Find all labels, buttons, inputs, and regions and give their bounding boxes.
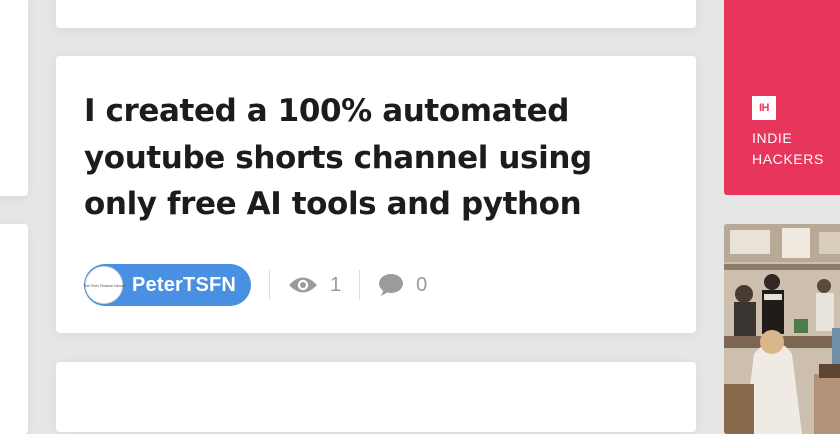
left-column-card: [0, 0, 28, 196]
speech-bubble-icon: [378, 273, 404, 297]
left-column-card: [0, 224, 28, 434]
views-count: 1: [330, 273, 342, 296]
indie-hackers-logo: IH: [752, 96, 776, 120]
avatar-logo-text: The Tech Finance Nexus: [83, 282, 125, 288]
indie-hackers-banner[interactable]: IH INDIE HACKERS: [724, 0, 840, 195]
cafe-photo-banner[interactable]: [724, 224, 840, 434]
author-link[interactable]: The Tech Finance Nexus PeterTSFN: [83, 264, 252, 306]
meta-divider: [359, 270, 361, 300]
indie-hackers-wordmark-line2: HACKERS: [752, 151, 824, 167]
post-title[interactable]: I created a 100% automated youtube short…: [84, 88, 664, 228]
eye-icon: [288, 275, 318, 295]
author-avatar: The Tech Finance Nexus: [83, 266, 125, 304]
post-meta: The Tech Finance Nexus PeterTSFN 1 0: [83, 264, 427, 306]
meta-divider: [269, 270, 271, 300]
comments-stat[interactable]: 0: [378, 273, 427, 297]
post-card[interactable]: I created a 100% automated youtube short…: [56, 56, 696, 333]
comments-count: 0: [416, 273, 428, 296]
previous-post-card[interactable]: [56, 0, 696, 28]
next-post-card[interactable]: [56, 362, 696, 432]
cafe-photo: [724, 224, 840, 434]
author-name: PeterTSFN: [132, 273, 237, 296]
indie-hackers-wordmark-line1: INDIE: [752, 130, 793, 146]
views-stat: 1: [288, 274, 341, 297]
